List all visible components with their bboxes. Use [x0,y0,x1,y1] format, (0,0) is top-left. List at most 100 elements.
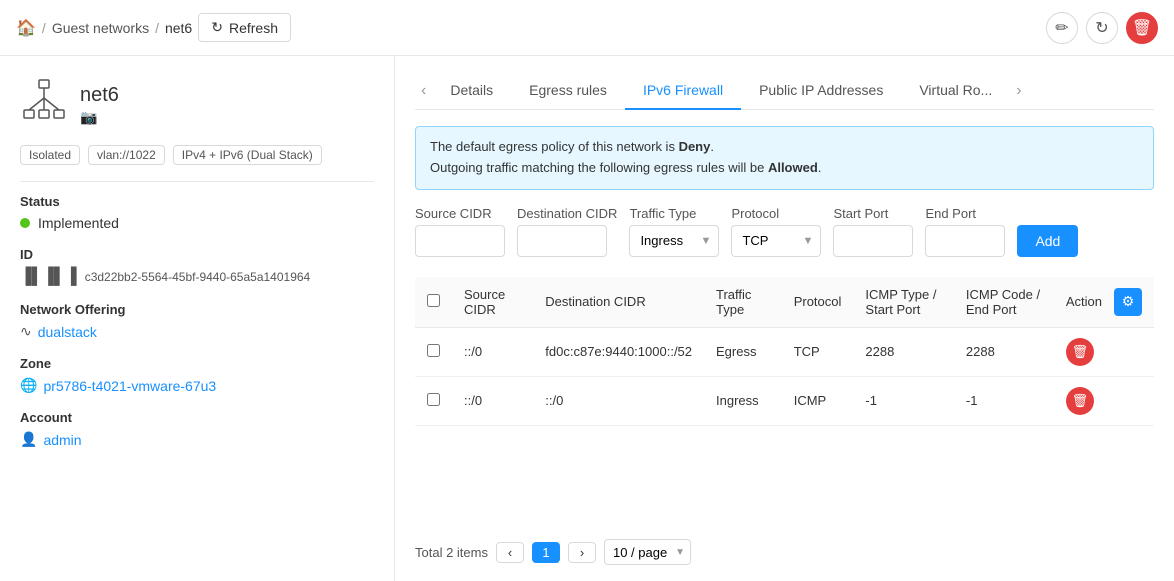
account-section: Account 👤 admin [20,410,374,448]
net-name: net6 [80,84,119,107]
tag-vlan: vlan://1022 [88,145,165,165]
delete-network-button[interactable]: 🗑 [1126,12,1158,44]
refresh-button[interactable]: ↻ Refresh [198,13,291,42]
th-icmp-end: ICMP Code / End Port [954,277,1054,328]
zone-label: Zone [20,356,374,371]
protocol-group: Protocol TCP UDP ICMP ▼ [731,206,821,257]
protocol-wrapper: TCP UDP ICMP ▼ [731,225,821,257]
status-value: Implemented [38,215,119,231]
account-row: 👤 admin [20,431,374,448]
source-cidr-input[interactable] [415,225,505,257]
dest-cidr-group: Destination CIDR [517,206,617,257]
network-offering-row: ∿ dualstack [20,323,374,340]
source-cidr-label: Source CIDR [415,206,505,221]
end-port-input[interactable] [925,225,1005,257]
th-action: Action ⚙ [1054,277,1154,328]
reload-button[interactable]: ↻ [1086,12,1118,44]
start-port-input[interactable] [833,225,913,257]
select-all-checkbox[interactable] [427,294,440,307]
row1-checkbox[interactable] [427,344,440,357]
firewall-table: Source CIDR Destination CIDR Traffic Typ… [415,277,1154,426]
network-offering-label: Network Offering [20,302,374,317]
th-source-cidr: Source CIDR [452,277,533,328]
row1-action-cell: 🗑 [1054,327,1154,376]
row2-action-cell: 🗑 [1054,376,1154,425]
table-settings-button[interactable]: ⚙ [1114,288,1142,316]
protocol-select[interactable]: TCP UDP ICMP [731,225,821,257]
zone-section: Zone 🌐 pr5786-t4021-vmware-67u3 [20,356,374,394]
start-port-label: Start Port [833,206,913,221]
traffic-type-group: Traffic Type Ingress Egress ▼ [629,206,719,257]
tag-isolated: Isolated [20,145,80,165]
breadcrumb-guest-networks[interactable]: Guest networks [52,20,149,36]
breadcrumb-net6: net6 [165,20,192,36]
row2-icmp-start: -1 [853,376,953,425]
tab-public-ip[interactable]: Public IP Addresses [741,72,901,110]
page-1-button[interactable]: 1 [532,542,560,563]
total-items: Total 2 items [415,545,488,560]
net-header: net6 📷 [20,76,374,133]
end-port-group: End Port [925,206,1005,257]
banner-text-after: . [818,160,822,175]
id-label: ID [20,247,374,262]
traffic-type-wrapper: Ingress Egress ▼ [629,225,719,257]
network-offering-link[interactable]: dualstack [38,324,97,340]
table-row: ::/0 ::/0 Ingress ICMP -1 -1 🗑 [415,376,1154,425]
id-section: ID ▐▌▐▌▐ c3d22bb2-5564-45bf-9440-65a5a14… [20,247,374,286]
tabs: ‹ Details Egress rules IPv6 Firewall Pub… [415,72,1154,110]
row2-checkbox[interactable] [427,393,440,406]
tab-details[interactable]: Details [432,72,511,110]
zone-row: 🌐 pr5786-t4021-vmware-67u3 [20,377,374,394]
zone-link[interactable]: pr5786-t4021-vmware-67u3 [43,378,216,394]
tabs-prev-button[interactable]: ‹ [415,74,432,108]
row1-source-cidr: ::/0 [452,327,533,376]
network-offering-section: Network Offering ∿ dualstack [20,302,374,340]
add-rule-form: Source CIDR Destination CIDR Traffic Typ… [415,206,1154,257]
status-label: Status [20,194,374,209]
add-rule-button[interactable]: Add [1017,225,1078,257]
row2-dest-cidr: ::/0 [533,376,704,425]
per-page-wrapper: 10 / page 20 / page 50 / page ▼ [604,539,691,565]
per-page-select[interactable]: 10 / page 20 / page 50 / page [604,539,691,565]
breadcrumb-sep-2: / [155,20,159,36]
page-next-button[interactable]: › [568,542,596,563]
delete-icon: 🗑 [1132,18,1152,38]
th-checkbox [415,277,452,328]
barcode-icon: ▐▌▐▌▐ [20,268,77,286]
info-banner: The default egress policy of this networ… [415,126,1154,190]
row2-traffic-type: Ingress [704,376,782,425]
banner-deny: Deny [679,139,711,154]
sidebar: net6 📷 Isolated vlan://1022 IPv4 + IPv6 … [0,56,395,581]
home-icon[interactable]: 🏠 [16,18,36,38]
row2-checkbox-cell [415,376,452,425]
dest-cidr-label: Destination CIDR [517,206,617,221]
wifi-icon: ∿ [20,323,32,340]
status-section: Status Implemented [20,194,374,231]
tab-virtual-ro[interactable]: Virtual Ro... [901,72,1010,110]
tab-egress-rules[interactable]: Egress rules [511,72,625,110]
traffic-type-label: Traffic Type [629,206,719,221]
row2-delete-button[interactable]: 🗑 [1066,387,1094,415]
camera-icon[interactable]: 📷 [80,109,119,126]
th-dest-cidr: Destination CIDR [533,277,704,328]
th-traffic-type: Traffic Type [704,277,782,328]
row2-source-cidr: ::/0 [452,376,533,425]
tags-container: Isolated vlan://1022 IPv4 + IPv6 (Dual S… [20,145,374,165]
table-row: ::/0 fd0c:c87e:9440:1000::/52 Egress TCP… [415,327,1154,376]
traffic-type-select[interactable]: Ingress Egress [629,225,719,257]
row1-dest-cidr: fd0c:c87e:9440:1000::/52 [533,327,704,376]
tab-ipv6-firewall[interactable]: IPv6 Firewall [625,72,741,110]
page-prev-button[interactable]: ‹ [496,542,524,563]
banner-text-before: The default egress policy of this networ… [430,139,679,154]
net-topology-icon [20,76,68,133]
tabs-next-button[interactable]: › [1010,74,1027,108]
right-panel: ‹ Details Egress rules IPv6 Firewall Pub… [395,56,1174,581]
source-cidr-group: Source CIDR [415,206,505,257]
dest-cidr-input[interactable] [517,225,607,257]
row1-icmp-start: 2288 [853,327,953,376]
edit-button[interactable]: ✏ [1046,12,1078,44]
row1-delete-button[interactable]: 🗑 [1066,338,1094,366]
account-link[interactable]: admin [43,432,81,448]
row1-protocol: TCP [782,327,854,376]
breadcrumb-sep-1: / [42,20,46,36]
